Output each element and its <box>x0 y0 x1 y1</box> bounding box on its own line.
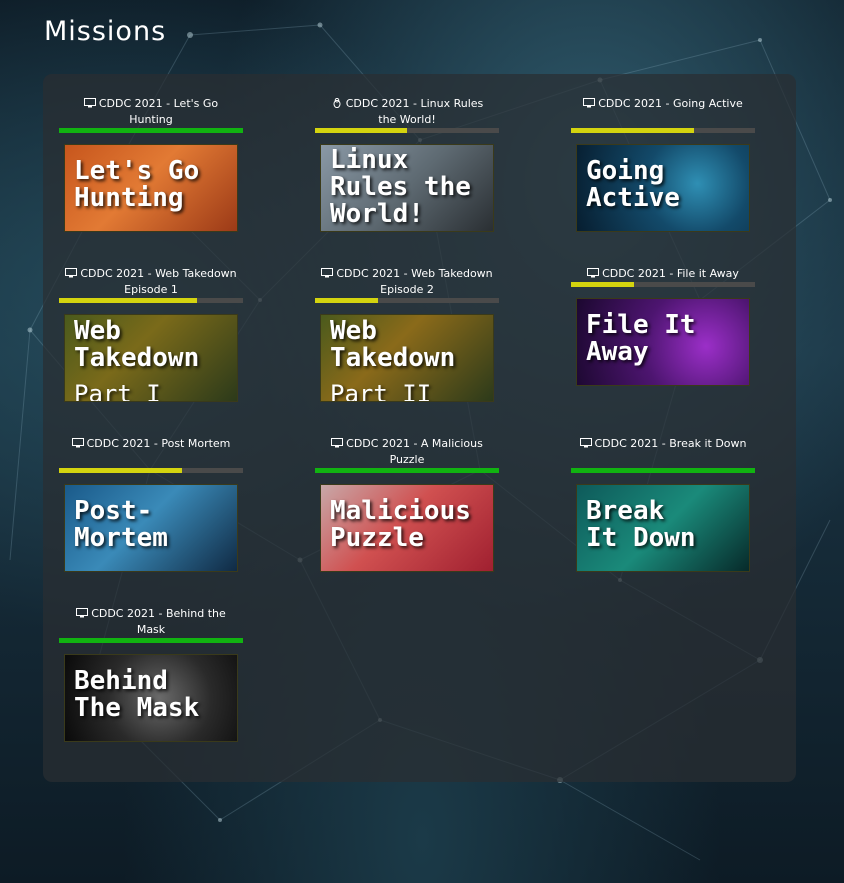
mission-card[interactable]: CDDC 2021 - Web Takedown Episode 2 Web T… <box>315 266 499 402</box>
mission-card[interactable]: CDDC 2021 - Going Active Going Active <box>571 96 755 232</box>
mission-thumbnail[interactable]: Malicious Puzzle <box>320 484 494 572</box>
mission-title-text: CDDC 2021 - File it Away <box>602 267 739 280</box>
mission-progress-fill <box>315 468 499 473</box>
mission-title-text: CDDC 2021 - Let's Go Hunting <box>98 97 219 126</box>
mission-progress-fill <box>59 468 183 473</box>
mission-title[interactable]: CDDC 2021 - Web Takedown Episode 1 <box>59 266 243 296</box>
thumbnail-caption: Behind The Mask <box>74 666 200 723</box>
mission-progress-fill <box>571 128 695 133</box>
mission-progress-bar <box>571 128 755 133</box>
missions-panel: CDDC 2021 - Let's Go Hunting Let's Go Hu… <box>43 74 796 782</box>
monitor-icon <box>579 438 592 448</box>
mission-progress-fill <box>315 128 407 133</box>
thumbnail-subcaption: Part II <box>330 380 432 402</box>
mission-thumbnail[interactable]: Behind The Mask <box>64 654 238 742</box>
linux-icon <box>333 98 341 108</box>
mission-title-text: CDDC 2021 - Post Mortem <box>86 437 231 450</box>
page-title: Missions <box>44 16 167 47</box>
mission-thumbnail[interactable]: Web Takedown Part I <box>64 314 238 402</box>
mission-thumbnail[interactable]: Going Active <box>576 144 750 232</box>
mission-thumbnail[interactable]: File It Away <box>576 298 750 386</box>
thumbnail-caption: Linux Rules the World! <box>330 145 471 229</box>
monitor-icon <box>83 98 96 108</box>
thumbnail-caption: Break It Down <box>586 496 696 553</box>
mission-card[interactable]: CDDC 2021 - Web Takedown Episode 1 Web T… <box>59 266 243 402</box>
mission-progress-fill <box>59 638 243 643</box>
mission-title-text: CDDC 2021 - Web Takedown Episode 1 <box>80 267 237 296</box>
mission-progress-bar <box>59 298 243 303</box>
thumbnail-caption: Web Takedown <box>330 316 456 373</box>
mission-card[interactable]: CDDC 2021 - A Malicious Puzzle Malicious… <box>315 436 499 572</box>
thumbnail-caption: Web Takedown <box>74 316 200 373</box>
mission-card[interactable]: CDDC 2021 - Let's Go Hunting Let's Go Hu… <box>59 96 243 232</box>
mission-thumbnail[interactable]: Post- Mortem <box>64 484 238 572</box>
mission-progress-fill <box>59 128 243 133</box>
mission-title[interactable]: CDDC 2021 - File it Away <box>571 266 755 280</box>
mission-progress-fill <box>59 298 197 303</box>
thumbnail-caption: File It Away <box>586 310 696 367</box>
mission-title[interactable]: CDDC 2021 - Going Active <box>571 96 755 126</box>
mission-thumbnail[interactable]: Break It Down <box>576 484 750 572</box>
mission-title-text: CDDC 2021 - Going Active <box>598 97 743 110</box>
mission-progress-bar <box>315 468 499 473</box>
mission-progress-bar <box>59 638 243 643</box>
mission-title[interactable]: CDDC 2021 - Linux Rules the World! <box>315 96 499 126</box>
mission-progress-bar <box>315 298 499 303</box>
mission-progress-bar <box>571 282 755 287</box>
mission-thumbnail[interactable]: Web Takedown Part II <box>320 314 494 402</box>
thumbnail-caption: Let's Go Hunting <box>74 156 200 213</box>
monitor-icon <box>321 268 334 278</box>
mission-progress-bar <box>571 468 755 473</box>
mission-title-text: CDDC 2021 - Web Takedown Episode 2 <box>336 267 493 296</box>
thumbnail-caption: Going Active <box>586 156 680 213</box>
monitor-icon <box>583 98 596 108</box>
mission-card[interactable]: CDDC 2021 - Break it Down Break It Down <box>571 436 755 572</box>
mission-title[interactable]: CDDC 2021 - Behind the Mask <box>59 606 243 636</box>
mission-title[interactable]: CDDC 2021 - Post Mortem <box>59 436 243 466</box>
mission-title[interactable]: CDDC 2021 - A Malicious Puzzle <box>315 436 499 466</box>
monitor-icon <box>331 438 344 448</box>
monitor-icon <box>76 608 89 618</box>
thumbnail-subcaption: Part I <box>74 380 161 402</box>
monitor-icon <box>587 268 600 278</box>
monitor-icon <box>71 438 84 448</box>
mission-title-text: CDDC 2021 - Linux Rules the World! <box>345 97 484 126</box>
mission-progress-fill <box>571 282 634 287</box>
mission-card[interactable]: CDDC 2021 - Linux Rules the World! Linux… <box>315 96 499 232</box>
mission-title[interactable]: CDDC 2021 - Break it Down <box>571 436 755 466</box>
mission-title-text: CDDC 2021 - Behind the Mask <box>91 607 226 636</box>
mission-progress-fill <box>571 468 755 473</box>
mission-thumbnail[interactable]: Linux Rules the World! <box>320 144 494 232</box>
mission-thumbnail[interactable]: Let's Go Hunting <box>64 144 238 232</box>
mission-title-text: CDDC 2021 - Break it Down <box>594 437 747 450</box>
mission-card[interactable]: CDDC 2021 - Post Mortem Post- Mortem <box>59 436 243 572</box>
mission-title[interactable]: CDDC 2021 - Web Takedown Episode 2 <box>315 266 499 296</box>
mission-progress-bar <box>59 128 243 133</box>
mission-progress-fill <box>315 298 378 303</box>
thumbnail-caption: Malicious Puzzle <box>330 496 471 553</box>
mission-card[interactable]: CDDC 2021 - Behind the Mask Behind The M… <box>59 606 243 742</box>
mission-progress-bar <box>315 128 499 133</box>
mission-title[interactable]: CDDC 2021 - Let's Go Hunting <box>59 96 243 126</box>
monitor-icon <box>65 268 78 278</box>
mission-progress-bar <box>59 468 243 473</box>
thumbnail-caption: Post- Mortem <box>74 496 168 553</box>
mission-title-text: CDDC 2021 - A Malicious Puzzle <box>346 437 483 466</box>
mission-card[interactable]: CDDC 2021 - File it Away File It Away <box>571 266 755 386</box>
